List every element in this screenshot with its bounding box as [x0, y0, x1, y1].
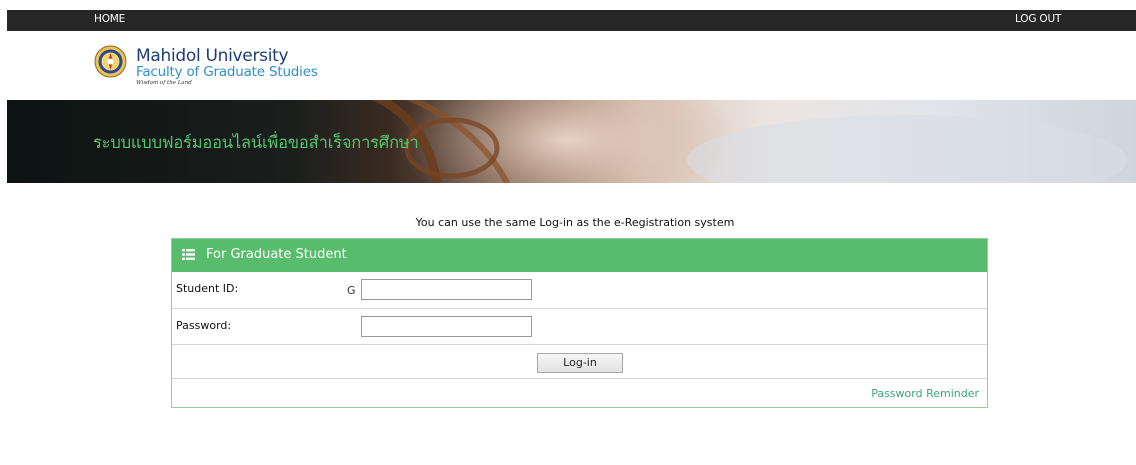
list-icon: [182, 249, 195, 260]
student-id-prefix: G: [347, 284, 356, 297]
university-motto: Wisdom of the Land: [136, 80, 192, 86]
student-id-label: Student ID:: [176, 282, 239, 295]
password-input[interactable]: [361, 316, 532, 337]
password-reminder-link[interactable]: Password Reminder: [871, 387, 979, 400]
login-notice: You can use the same Log-in as the e-Reg…: [415, 216, 735, 229]
student-id-row: Student ID: G: [172, 272, 987, 308]
password-label: Password:: [176, 319, 232, 332]
password-row: Password:: [172, 308, 987, 345]
faculty-name: Faculty of Graduate Studies: [136, 64, 318, 80]
student-id-input[interactable]: [361, 279, 532, 300]
logout-link[interactable]: LOG OUT: [1015, 13, 1061, 25]
login-button-row: Log-in: [172, 344, 987, 379]
header-banner: ระบบแบบฟอร์มออนไลน์เพื่อขอสำเร็จการศึกษา: [7, 100, 1136, 183]
login-button[interactable]: Log-in: [537, 353, 623, 373]
login-panel-header: For Graduate Student: [172, 239, 987, 272]
reminder-row: Password Reminder: [172, 378, 987, 409]
banner-title: ระบบแบบฟอร์มออนไลน์เพื่อขอสำเร็จการศึกษา: [93, 133, 419, 152]
mahidol-seal-icon: [94, 45, 127, 78]
login-panel: For Graduate Student Student ID: G Passw…: [171, 238, 988, 408]
home-link[interactable]: HOME: [94, 13, 125, 25]
top-nav-bar: HOME LOG OUT: [7, 10, 1136, 31]
login-panel-title: For Graduate Student: [206, 247, 347, 262]
university-name: Mahidol University: [136, 46, 289, 66]
